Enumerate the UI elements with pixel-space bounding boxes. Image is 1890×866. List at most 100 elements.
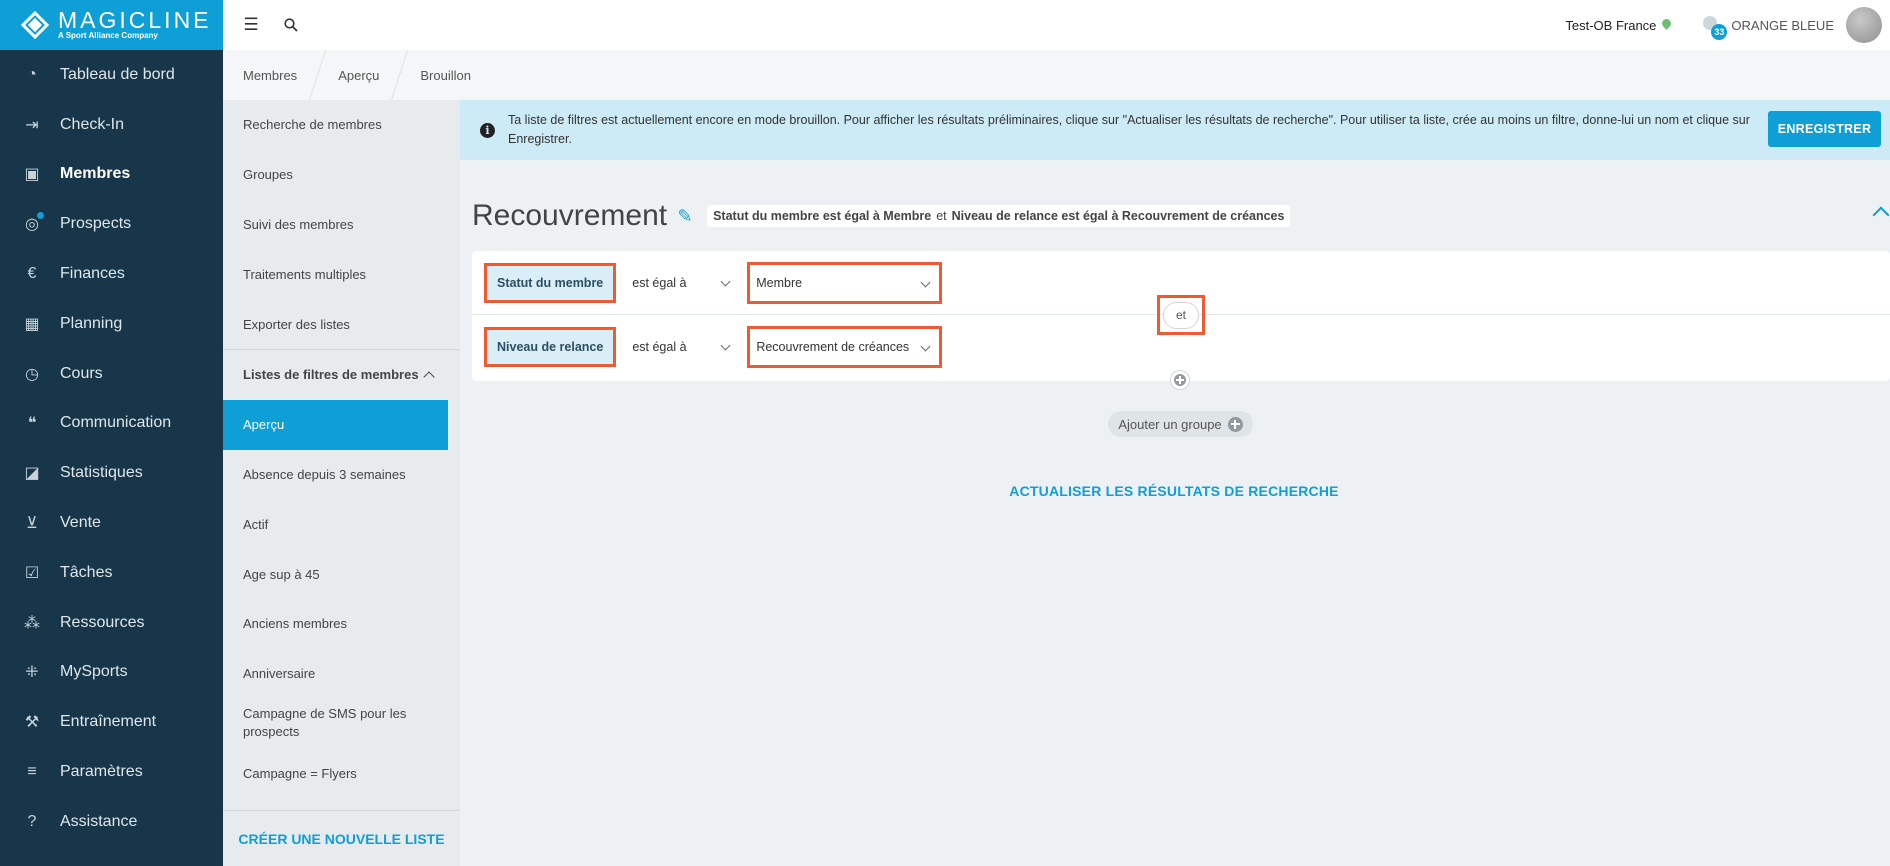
nav-item-label: Tableau de bord: [60, 65, 175, 83]
edit-pencil-icon[interactable]: ✎: [675, 206, 695, 226]
user-name[interactable]: ORANGE BLEUE: [1731, 18, 1834, 33]
refresh-search-results-link[interactable]: ACTUALISER LES RÉSULTATS DE RECHERCHE: [974, 483, 1374, 499]
nav-item-stopwatch[interactable]: ◷ Cours: [0, 349, 223, 399]
nav-item-chat[interactable]: ❝ Communication: [0, 399, 223, 449]
nav-item-members[interactable]: ▣ Membres: [0, 150, 223, 200]
nav-item-check-in[interactable]: ⇥ Check-In: [0, 100, 223, 150]
hamburger-menu-icon[interactable]: ☰: [241, 15, 261, 35]
nav-item-chart[interactable]: ◪ Statistiques: [0, 448, 223, 498]
nav-item-finances[interactable]: € Finances: [0, 249, 223, 299]
nav-item-settings[interactable]: ≡ Paramètres: [0, 747, 223, 797]
subnav-groups[interactable]: Groupes: [223, 150, 460, 200]
mysports-icon: ⁜: [25, 664, 39, 682]
nav-item-label: Planning: [60, 314, 123, 332]
add-filter-button[interactable]: [1170, 370, 1190, 390]
plus-circle-icon: [1174, 374, 1186, 386]
nav-item-prospects[interactable]: ◎ Prospects: [0, 199, 223, 249]
finances-icon: €: [27, 265, 37, 283]
nav-item-label: Assistance: [60, 812, 138, 830]
filter-summary: Statut du membre est égal à Membre et Ni…: [707, 205, 1291, 227]
chevron-up-icon[interactable]: [1872, 206, 1890, 224]
filter-field-member-status[interactable]: Statut du membre: [484, 262, 617, 303]
chevron-down-icon: [720, 340, 731, 351]
calendar-icon: ▦: [24, 315, 40, 333]
nav-item-label: Statistiques: [60, 464, 143, 482]
logo[interactable]: MAGICLINE A Sport Alliance Company: [0, 0, 223, 50]
settings-icon: ≡: [27, 763, 37, 781]
nav-item-tasks[interactable]: ☑ Tâches: [0, 548, 223, 598]
nav-item-label: Tâches: [60, 563, 113, 581]
prospects-icon: ◎: [22, 212, 44, 234]
filter-value-select[interactable]: Membre: [747, 261, 943, 304]
nav-item-mysports[interactable]: ⁜ MySports: [0, 648, 223, 698]
summary-condition-1: Statut du membre est égal à Membre: [713, 209, 932, 223]
nav-item-dashboard[interactable]: ◔ Tableau de bord: [0, 50, 223, 100]
chevron-down-icon: [720, 276, 731, 286]
filter-operator-select[interactable]: est égal à: [632, 265, 737, 301]
studio-selector[interactable]: Test-OB France: [1565, 18, 1656, 33]
breadcrumb-overview[interactable]: Aperçu: [318, 50, 399, 100]
cart-icon: ⊻: [26, 515, 38, 533]
dashboard-icon: ◔: [27, 65, 37, 83]
subnav-bulk-actions[interactable]: Traitements multiples: [223, 249, 460, 299]
notifications-button[interactable]: 33: [1701, 14, 1728, 40]
subnav-list-item[interactable]: Campagne de SMS pour les prospects: [223, 699, 460, 749]
draft-info-banner: i Ta liste de filtres est actuellement e…: [460, 100, 1890, 160]
subnav-list-item[interactable]: Age sup à 45: [223, 549, 460, 599]
nav-item-label: Membres: [60, 165, 131, 183]
main-navigation: MAGICLINE A Sport Alliance Company ◔ Tabl…: [0, 0, 223, 866]
nav-item-label: Finances: [60, 265, 125, 283]
subnav-list-item[interactable]: Actif: [223, 499, 460, 549]
avatar[interactable]: [1846, 7, 1882, 43]
nav-item-label: Cours: [60, 364, 103, 382]
nav-item-resources[interactable]: ⁂ Ressources: [0, 598, 223, 648]
breadcrumb-members[interactable]: Membres: [223, 50, 317, 100]
subnav-list-item[interactable]: Anniversaire: [223, 649, 460, 699]
nav-item-label: Check-In: [60, 115, 125, 133]
nav-item-calendar[interactable]: ▦ Planning: [0, 299, 223, 349]
subnav-section-label: Listes de filtres de membres: [243, 367, 419, 383]
nav-item-label: Communication: [60, 414, 172, 432]
search-icon[interactable]: [281, 15, 301, 35]
subnav-list-item[interactable]: Campagne = Flyers: [223, 748, 460, 798]
add-group-button[interactable]: Ajouter un groupe: [1108, 411, 1253, 437]
chat-icon: ❝: [27, 415, 37, 433]
notification-count-badge: 33: [1711, 24, 1728, 40]
top-bar: ☰ Test-OB France 33 ORANGE BLEUE: [223, 0, 1890, 50]
nav-item-label: Ressources: [60, 613, 145, 631]
and-connector-toggle[interactable]: et: [1157, 295, 1205, 335]
resources-icon: ⁂: [24, 614, 40, 632]
subnav-filter-lists-section[interactable]: Listes de filtres de membres: [223, 350, 460, 400]
nav-item-help[interactable]: ? Assistance: [0, 797, 223, 847]
check-in-icon: ⇥: [25, 116, 39, 134]
subnav-list-item[interactable]: Absence depuis 3 semaines: [223, 450, 460, 500]
plus-circle-icon: [1227, 416, 1243, 432]
create-new-list-button[interactable]: CRÉER UNE NOUVELLE LISTE: [223, 810, 460, 866]
nav-item-label: Paramètres: [60, 763, 143, 781]
info-icon: i: [480, 122, 495, 138]
list-header: Recouvrement ✎ Statut du membre est égal…: [472, 195, 1890, 237]
banner-text: Ta liste de filtres est actuellement enc…: [508, 113, 1750, 146]
logo-icon: [18, 8, 52, 42]
summary-connector: et: [936, 209, 947, 223]
help-icon: ?: [27, 812, 37, 830]
subnav-list-overview[interactable]: Aperçu: [223, 399, 448, 450]
nav-item-label: Entraînement: [60, 713, 157, 731]
summary-condition-2: Niveau de relance est égal à Recouvremen…: [951, 209, 1285, 223]
subnav-export-lists[interactable]: Exporter des listes: [223, 299, 460, 349]
nav-item-cart[interactable]: ⊻ Vente: [0, 498, 223, 548]
filter-field-dunning-level[interactable]: Niveau de relance: [484, 327, 617, 367]
save-button[interactable]: ENREGISTRER: [1768, 111, 1881, 147]
page-title: Recouvrement: [472, 199, 668, 232]
logo-name: MAGICLINE: [58, 7, 212, 33]
subnav-member-search[interactable]: Recherche de membres: [223, 100, 460, 150]
filter-operator-select[interactable]: est égal à: [632, 329, 737, 365]
nav-item-label: Vente: [60, 514, 101, 532]
subnav-member-tracking[interactable]: Suivi des membres: [223, 200, 460, 250]
filter-value-select[interactable]: Recouvrement de créances: [747, 326, 943, 368]
subnav-list-item[interactable]: Anciens membres: [223, 599, 460, 649]
nav-item-dumbbell[interactable]: ⚒ Entraînement: [0, 697, 223, 747]
nav-item-label: MySports: [60, 663, 128, 681]
members-subnav: Recherche de membres Groupes Suivi des m…: [223, 100, 460, 866]
main-content: i Ta liste de filtres est actuellement e…: [460, 100, 1890, 866]
